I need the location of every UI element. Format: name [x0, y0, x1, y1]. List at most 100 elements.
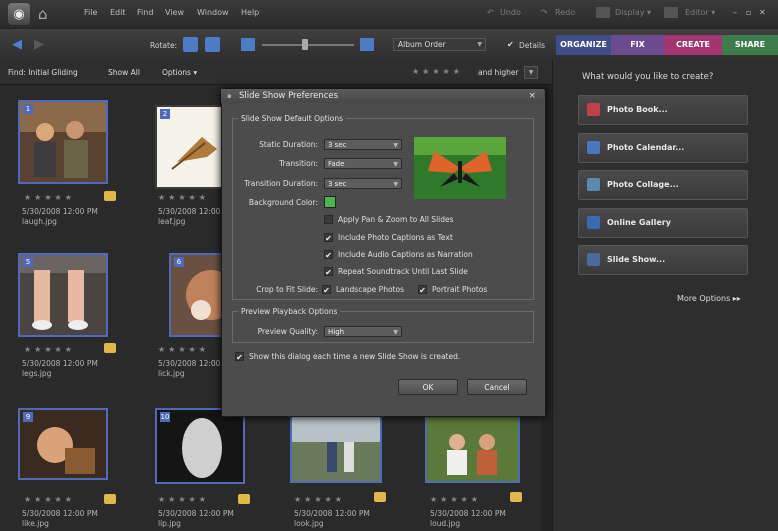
undo-icon[interactable]: ↶ — [487, 8, 494, 17]
details-checkbox[interactable]: ✔ — [507, 40, 514, 49]
menu-view[interactable]: View — [165, 8, 184, 17]
preview-quality-label: Preview Quality: — [257, 327, 318, 336]
camera-icon[interactable]: ◉ — [8, 3, 30, 25]
photo-collage-button[interactable]: Photo Collage... — [578, 170, 748, 200]
photo-book-button[interactable]: Photo Book... — [578, 95, 748, 125]
photo-rating[interactable]: ★★★★★ — [158, 345, 209, 354]
tag-icon — [104, 191, 116, 201]
tab-share[interactable]: SHARE — [722, 35, 778, 55]
crop-portrait-checkbox[interactable]: ✔ — [418, 285, 427, 295]
repeat-soundtrack-checkbox[interactable]: ✔ — [324, 267, 333, 277]
photo-thumbnail[interactable]: 10 — [155, 408, 245, 484]
audio-captions-checkbox[interactable]: ✔ — [324, 250, 333, 260]
photo-rating[interactable]: ★★★★★ — [24, 495, 75, 504]
photo-rating[interactable]: ★★★★★ — [158, 495, 209, 504]
tab-create[interactable]: CREATE — [664, 35, 722, 55]
calendar-icon — [587, 141, 600, 154]
photo-image — [427, 417, 518, 481]
create-question: What would you like to create? — [582, 72, 714, 82]
menu-window[interactable]: Window — [197, 8, 229, 17]
redo-icon[interactable]: ↷ — [541, 8, 548, 17]
crop-landscape-label: Landscape Photos — [336, 285, 404, 294]
photo-image — [20, 255, 106, 335]
zoom-slider-track[interactable] — [262, 44, 354, 46]
back-arrow-icon[interactable]: ◀ — [12, 37, 22, 52]
photo-rating[interactable]: ★★★★★ — [158, 193, 209, 202]
sort-order-select[interactable]: Album Order ▼ — [393, 38, 486, 51]
rating-filter-dropdown[interactable]: ▼ — [524, 66, 538, 79]
show-all-button[interactable]: Show All — [108, 68, 140, 77]
redo-button[interactable]: Redo — [555, 8, 575, 17]
chevron-down-icon: ▼ — [477, 41, 482, 48]
transition-duration-select[interactable]: 3 sec ▼ — [324, 178, 402, 189]
photo-calendar-button[interactable]: Photo Calendar... — [578, 133, 748, 163]
photo-image — [20, 102, 106, 182]
close-window-button[interactable]: ✕ — [759, 8, 766, 17]
audio-captions-label: Include Audio Captions as Narration — [338, 250, 473, 259]
minimize-button[interactable]: – — [733, 8, 737, 17]
photo-image — [292, 417, 380, 481]
photo-filename: lick.jpg — [158, 369, 185, 378]
display-menu[interactable]: Display ▾ — [615, 8, 651, 17]
photo-thumbnail[interactable]: 5 — [18, 253, 108, 337]
tag-icon — [374, 492, 386, 502]
photo-number: 1 — [23, 104, 33, 114]
captions-text-checkbox[interactable]: ✔ — [324, 233, 333, 243]
pan-zoom-checkbox[interactable] — [324, 215, 333, 224]
tab-fix[interactable]: FIX — [611, 35, 664, 55]
slide-show-button[interactable]: Slide Show... — [578, 245, 748, 275]
static-duration-select[interactable]: 3 sec ▼ — [324, 139, 402, 150]
background-color-swatch[interactable] — [324, 196, 336, 208]
crop-portrait-label: Portrait Photos — [432, 285, 488, 294]
photo-thumbnail[interactable] — [425, 415, 520, 483]
photo-number: 9 — [23, 412, 33, 422]
photo-thumbnail[interactable]: 1 — [18, 100, 108, 184]
rating-filter-stars[interactable]: ★★★★★ — [412, 67, 463, 76]
ok-button[interactable]: OK — [398, 379, 458, 395]
photo-rating[interactable]: ★★★★★ — [430, 495, 481, 504]
rotate-label: Rotate: — [150, 41, 178, 50]
zoom-slider-thumb[interactable] — [302, 39, 308, 50]
options-menu[interactable]: Options ▾ — [162, 68, 197, 77]
small-thumbnails-icon[interactable] — [241, 38, 255, 51]
photo-rating[interactable]: ★★★★★ — [294, 495, 345, 504]
restore-button[interactable]: ▫ — [746, 8, 751, 17]
more-options-link[interactable]: More Options ▸▸ — [677, 294, 741, 303]
dialog-title-bar[interactable]: ▪ Slide Show Preferences × — [221, 89, 544, 103]
menu-help[interactable]: Help — [241, 8, 259, 17]
photo-rating[interactable]: ★★★★★ — [24, 193, 75, 202]
photo-date: 5/30/2008 12:00 PM — [430, 509, 506, 518]
editor-menu[interactable]: Editor ▾ — [685, 8, 715, 17]
home-icon[interactable]: ⌂ — [38, 5, 48, 23]
photo-number: 10 — [160, 412, 170, 422]
find-label: Find: Initial Gliding — [8, 68, 78, 77]
menu-find[interactable]: Find — [137, 8, 153, 17]
chevron-down-icon: ▼ — [393, 329, 398, 336]
photo-filename: legs.jpg — [22, 369, 52, 378]
photo-thumbnail[interactable] — [290, 415, 382, 483]
photo-thumbnail[interactable]: 9 — [18, 408, 108, 480]
photo-date: 5/30/2008 12:00 PM — [22, 359, 98, 368]
crop-landscape-checkbox[interactable]: ✔ — [322, 285, 331, 295]
tab-organize[interactable]: ORGANIZE — [556, 35, 611, 55]
show-dialog-checkbox[interactable]: ✔ — [235, 352, 244, 362]
find-bar — [0, 60, 552, 85]
forward-arrow-icon[interactable]: ▶ — [34, 37, 44, 52]
rotate-left-icon[interactable] — [183, 37, 198, 52]
photo-filename: loud.jpg — [430, 519, 461, 528]
preview-quality-select[interactable]: High ▼ — [324, 326, 402, 337]
large-thumbnails-icon[interactable] — [360, 38, 374, 51]
online-gallery-button[interactable]: Online Gallery — [578, 208, 748, 238]
menu-edit[interactable]: Edit — [110, 8, 126, 17]
rotate-right-icon[interactable] — [205, 37, 220, 52]
details-label: Details — [519, 41, 546, 50]
photo-filename: leaf.jpg — [158, 217, 186, 226]
photo-rating[interactable]: ★★★★★ — [24, 345, 75, 354]
menu-file[interactable]: File — [84, 8, 97, 17]
dialog-close-button[interactable]: × — [528, 89, 536, 103]
undo-button[interactable]: Undo — [500, 8, 521, 17]
cancel-button[interactable]: Cancel — [467, 379, 527, 395]
dialog-icon: ▪ — [227, 92, 232, 100]
photo-filename: like.jpg — [22, 519, 49, 528]
transition-select[interactable]: Fade ▼ — [324, 158, 402, 169]
